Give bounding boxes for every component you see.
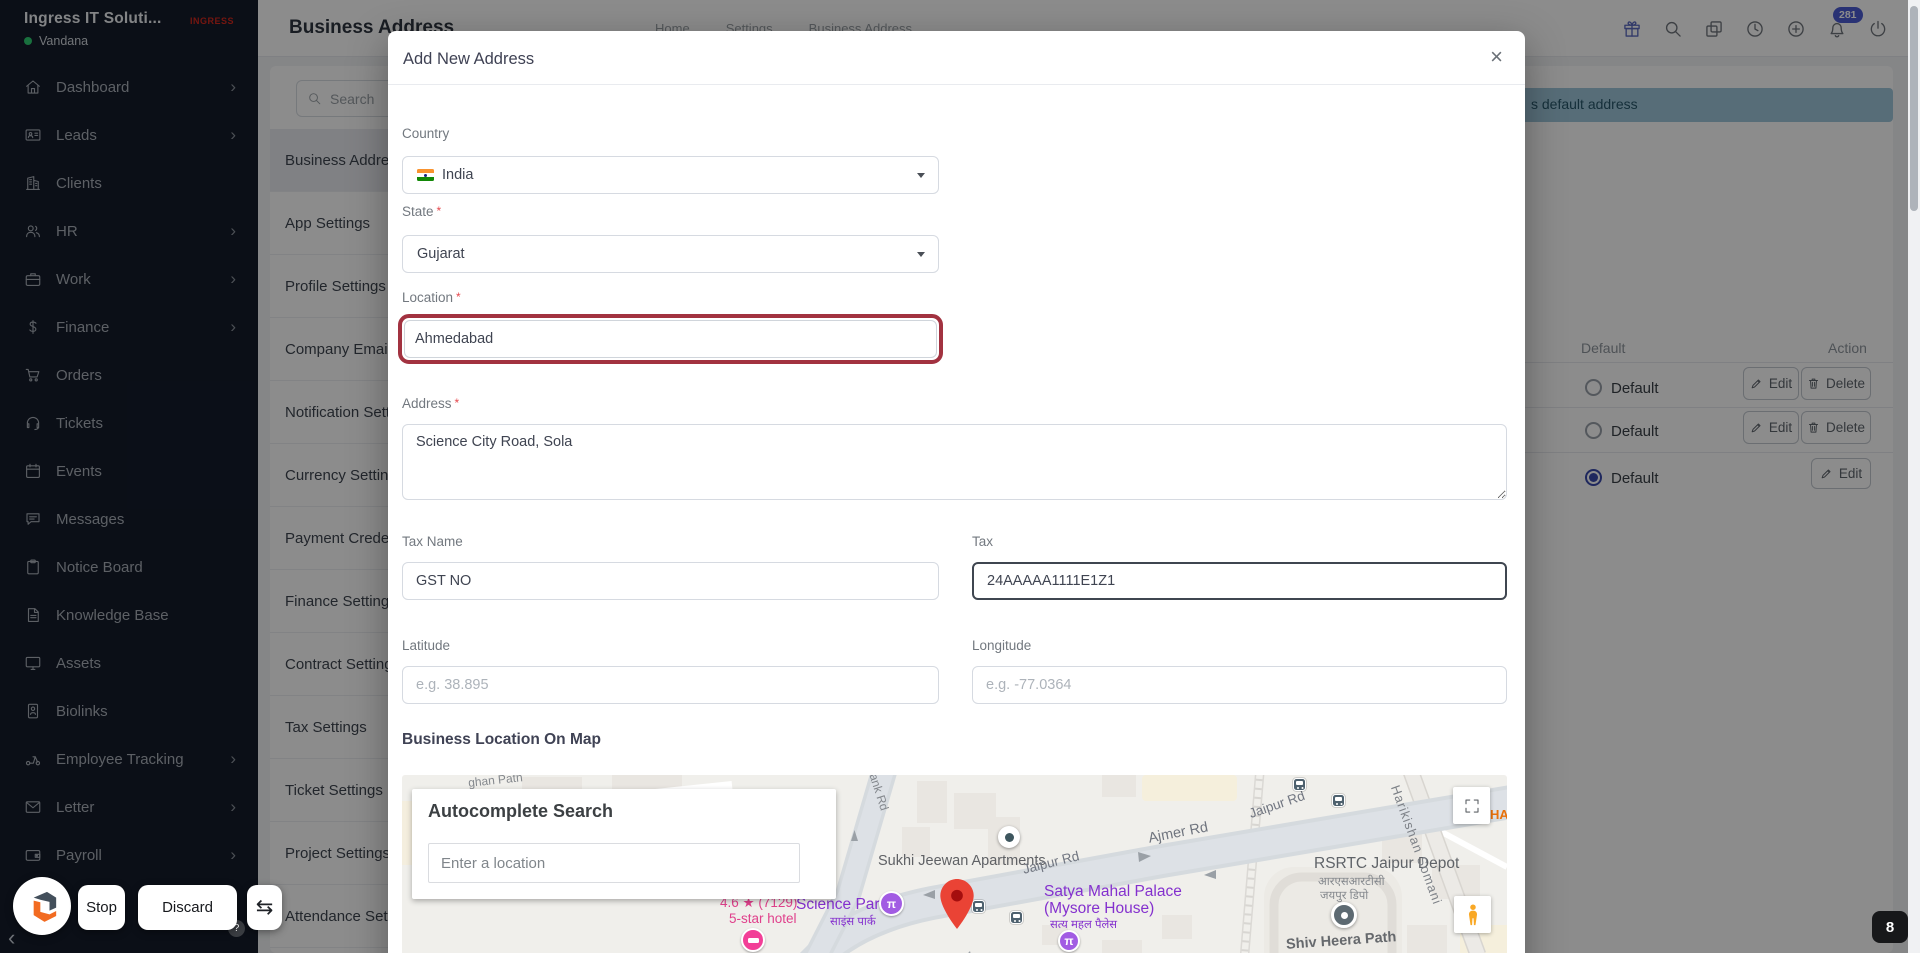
tax-input[interactable] <box>972 562 1507 600</box>
autocomplete-input[interactable] <box>428 843 800 883</box>
poi-label-hindi: साइंस पार्क <box>830 916 876 928</box>
discard-button[interactable]: Discard <box>138 885 237 930</box>
poi-label: RSRTC Jaipur Depot <box>1314 855 1460 872</box>
bus-stop-icon <box>1293 778 1306 791</box>
latitude-input[interactable] <box>402 666 939 704</box>
close-icon[interactable]: × <box>1490 44 1503 70</box>
app-root: Ingress IT Soluti... INGRESS Vandana Das… <box>0 0 1920 953</box>
fullscreen-button[interactable] <box>1453 787 1490 824</box>
chevron-down-icon <box>917 173 925 178</box>
palace-poi-icon: π <box>1058 930 1080 952</box>
location-input[interactable] <box>404 320 937 358</box>
stop-button[interactable]: Stop <box>78 885 125 930</box>
pegman-icon <box>1468 903 1477 925</box>
required-asterisk: * <box>436 204 442 218</box>
poi-label: Satya Mahal Palace <box>1044 883 1182 900</box>
add-new-address-modal: Add New Address × Country India State * G… <box>388 31 1525 953</box>
page-number-badge: 8 <box>1872 911 1908 943</box>
state-label: State * <box>402 204 442 219</box>
country-value: India <box>442 167 474 183</box>
map-ring-marker[interactable] <box>1331 902 1357 928</box>
tax-name-label: Tax Name <box>402 534 463 549</box>
latitude-label: Latitude <box>402 638 451 653</box>
required-asterisk: * <box>456 290 461 304</box>
place-label: Sukhi Jeewan Apartments <box>878 853 1046 869</box>
pegman-control[interactable] <box>1454 896 1491 933</box>
poi-label: (Mysore House) <box>1044 900 1155 917</box>
recorder-logo-button[interactable] <box>13 877 71 935</box>
location-label: Location * <box>402 290 461 305</box>
swap-icon[interactable] <box>247 885 282 930</box>
bus-stop-icon <box>1332 794 1345 807</box>
india-flag-icon <box>417 169 434 181</box>
poi-label-hindi: जयपुर डिपो <box>1320 890 1369 902</box>
autocomplete-card: Autocomplete Search <box>412 789 836 899</box>
recorder-logo-icon <box>33 891 57 922</box>
hotel-poi-icon <box>741 928 765 952</box>
required-asterisk: * <box>454 396 460 410</box>
poi-label-hindi: आरएसआरटीसी <box>1318 876 1385 888</box>
scrollbar-thumb[interactable] <box>1910 6 1918 211</box>
country-select[interactable]: India <box>402 156 939 194</box>
address-label: Address * <box>402 396 460 411</box>
state-select[interactable]: Gujarat <box>402 235 939 273</box>
longitude-label: Longitude <box>972 638 1032 653</box>
tax-name-input[interactable] <box>402 562 939 600</box>
tax-label: Tax <box>972 534 994 549</box>
country-label: Country <box>402 126 450 141</box>
longitude-input[interactable] <box>972 666 1507 704</box>
map-dot-marker[interactable] <box>998 826 1020 848</box>
chevron-left-icon[interactable]: ‹ <box>8 925 15 951</box>
route-label: HA <box>1490 807 1507 822</box>
modal-title: Add New Address <box>403 50 535 68</box>
location-pin-icon[interactable] <box>940 879 974 934</box>
poi-label-hindi: सत्य महल पैलेस <box>1050 919 1118 931</box>
divider <box>388 84 1525 85</box>
scrollbar[interactable] <box>1908 0 1920 953</box>
autocomplete-title: Autocomplete Search <box>428 801 614 821</box>
bus-stop-icon <box>1010 911 1023 924</box>
address-textarea[interactable]: Science City Road, Sola <box>402 424 1507 500</box>
map-section-heading: Business Location On Map <box>402 731 601 748</box>
museum-poi-icon: π <box>879 891 904 916</box>
chevron-down-icon <box>917 252 925 257</box>
business-location-map[interactable]: ghan Path ank Rd Sukhi Jeewan Apartments… <box>402 775 1507 953</box>
location-highlight-ring <box>398 314 943 364</box>
hotel-type-label: 5-star hotel <box>729 911 797 926</box>
state-value: Gujarat <box>417 246 465 262</box>
